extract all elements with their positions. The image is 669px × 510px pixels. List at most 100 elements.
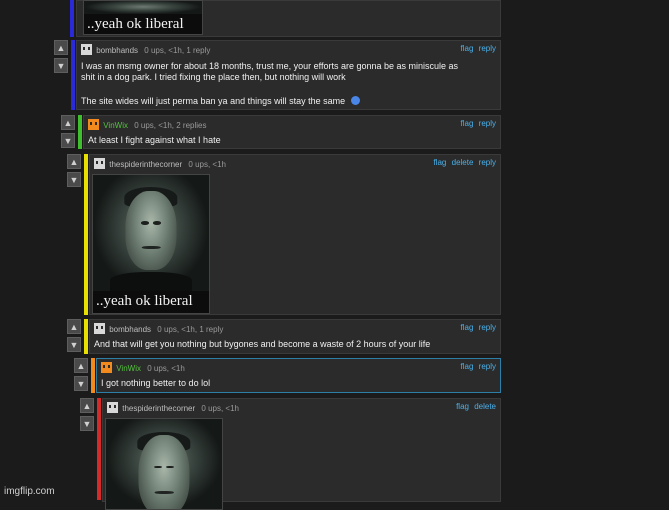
white-pixel-avatar-icon[interactable] <box>94 323 105 334</box>
comment-text-line: I was an msmg owner for about 18 months,… <box>81 61 459 71</box>
meme-portrait <box>106 419 222 509</box>
meme-portrait <box>93 175 209 291</box>
comment-spider-1: ▲ ▼ thespiderinthecorner 0 ups, <1h flag… <box>67 154 501 315</box>
orange-pixel-avatar-icon[interactable] <box>88 119 99 130</box>
flag-link[interactable]: flag <box>461 362 474 371</box>
comment-text-line: shit in a dog park. I tried fixing the p… <box>81 72 346 82</box>
comment-text: And that will get you nothing but bygone… <box>94 339 431 349</box>
comment-actions: flag reply <box>458 362 496 371</box>
comment-box: bombhands 0 ups, <1h, 1 reply flag reply… <box>76 40 501 110</box>
comment-text: At least I fight against what I hate <box>88 135 221 145</box>
username-link[interactable]: bombhands <box>96 46 138 55</box>
meme-image[interactable]: ..yeah ok liberal <box>83 0 203 35</box>
downvote-button[interactable]: ▼ <box>74 376 88 391</box>
upvote-button[interactable]: ▲ <box>67 154 81 169</box>
delete-link[interactable]: delete <box>452 158 474 167</box>
upvote-button[interactable]: ▲ <box>54 40 68 55</box>
comment-thread: ..yeah ok liberal ▲ ▼ bombhands 0 ups, <… <box>0 0 669 510</box>
vote-controls: ▲ ▼ <box>80 398 96 434</box>
comment-stats: 0 ups, <1h, 1 reply <box>157 325 224 334</box>
reply-link[interactable]: reply <box>479 323 496 332</box>
upvote-button[interactable]: ▲ <box>80 398 94 413</box>
thread-depth-bar <box>78 115 82 149</box>
comment-actions: flag delete reply <box>430 158 496 167</box>
comment-box: ..yeah ok liberal <box>76 0 501 37</box>
upvote-button[interactable]: ▲ <box>74 358 88 373</box>
comment-text: I was an msmg owner for about 18 months,… <box>81 61 494 107</box>
thread-depth-bar <box>97 398 101 500</box>
meme-image[interactable]: ..yeah ok liberal <box>92 174 210 314</box>
bug-emoji-icon <box>350 96 360 105</box>
comment-stats: 0 ups, <1h, 2 replies <box>134 121 207 130</box>
orange-pixel-avatar-icon[interactable] <box>101 362 112 373</box>
flag-link[interactable]: flag <box>461 44 474 53</box>
comment-box: VinWix 0 ups, <1h flag reply I got nothi… <box>96 358 501 393</box>
thread-depth-bar <box>91 358 95 393</box>
thread-depth-bar <box>84 154 88 315</box>
comment-stats: 0 ups, <1h <box>188 160 226 169</box>
username-link[interactable]: VinWix <box>116 364 141 373</box>
comment-box: bombhands 0 ups, <1h, 1 reply flag reply… <box>89 319 501 354</box>
comment-text: I got nothing better to do lol <box>101 378 211 388</box>
delete-link[interactable]: delete <box>474 402 496 411</box>
meme-face <box>125 191 177 271</box>
comment-meta: thespiderinthecorner 0 ups, <1h flag del… <box>107 402 496 414</box>
comment-top-meme: ..yeah ok liberal <box>70 0 501 37</box>
comment-text-line-content: The site wides will just perma ban ya an… <box>81 96 346 106</box>
downvote-button[interactable]: ▼ <box>61 133 75 148</box>
comment-meta: bombhands 0 ups, <1h, 1 reply flag reply <box>81 44 496 56</box>
username-link[interactable]: VinWix <box>103 121 128 130</box>
comment-actions: flag reply <box>458 119 496 128</box>
vote-controls: ▲ ▼ <box>67 154 83 190</box>
vote-controls: ▲ ▼ <box>67 319 83 355</box>
username-link[interactable]: thespiderinthecorner <box>109 160 182 169</box>
comment-stats: 0 ups, <1h <box>147 364 185 373</box>
meme-suit <box>110 272 192 291</box>
username-link[interactable]: bombhands <box>109 325 151 334</box>
downvote-button[interactable]: ▼ <box>54 58 68 73</box>
downvote-button[interactable]: ▼ <box>67 337 81 352</box>
meme-mustache <box>154 491 174 494</box>
comment-bombhands-1: ▲ ▼ bombhands 0 ups, <1h, 1 reply flag r… <box>54 40 501 110</box>
comment-actions: flag delete <box>453 402 496 411</box>
comment-stats: 0 ups, <1h, 1 reply <box>144 46 211 55</box>
white-pixel-avatar-icon[interactable] <box>81 44 92 55</box>
upvote-button[interactable]: ▲ <box>61 115 75 130</box>
comment-box: thespiderinthecorner 0 ups, <1h flag del… <box>89 154 501 315</box>
upvote-button[interactable]: ▲ <box>67 319 81 334</box>
comment-meta: VinWix 0 ups, <1h, 2 replies flag reply <box>88 119 496 131</box>
flag-link[interactable]: flag <box>433 158 446 167</box>
imgflip-watermark: imgflip.com <box>4 486 55 497</box>
comment-text-gap <box>81 83 494 96</box>
comment-box: thespiderinthecorner 0 ups, <1h flag del… <box>102 398 501 510</box>
comment-actions: flag reply <box>458 44 496 53</box>
reply-link[interactable]: reply <box>479 158 496 167</box>
white-pixel-avatar-icon[interactable] <box>94 158 105 169</box>
comment-box: VinWix 0 ups, <1h, 2 replies flag reply … <box>83 115 501 149</box>
vote-controls: ▲ ▼ <box>74 358 90 394</box>
reply-link[interactable]: reply <box>479 119 496 128</box>
meme-face <box>138 435 190 509</box>
comment-vinwix-1: ▲ ▼ VinWix 0 ups, <1h, 2 replies flag re… <box>61 115 501 149</box>
reply-link[interactable]: reply <box>479 362 496 371</box>
reply-link[interactable]: reply <box>479 44 496 53</box>
downvote-button[interactable]: ▼ <box>80 416 94 431</box>
meme-eye-left <box>140 221 149 225</box>
thread-depth-bar <box>84 319 88 354</box>
comment-meta: bombhands 0 ups, <1h, 1 reply flag reply <box>94 323 496 335</box>
thread-depth-bar <box>71 40 75 110</box>
thread-depth-bar <box>70 0 74 37</box>
flag-link[interactable]: flag <box>461 323 474 332</box>
comment-actions: flag reply <box>458 323 496 332</box>
comment-vinwix-2: ▲ ▼ VinWix 0 ups, <1h flag reply I got n… <box>74 358 501 393</box>
meme-image[interactable] <box>105 418 223 510</box>
username-link[interactable]: thespiderinthecorner <box>122 404 195 413</box>
comment-spider-2: ▲ ▼ thespiderinthecorner 0 ups, <1h flag… <box>80 398 501 510</box>
comment-text-line: The site wides will just perma ban ya an… <box>81 96 494 107</box>
white-pixel-avatar-icon[interactable] <box>107 402 118 413</box>
vote-controls: ▲ ▼ <box>61 115 77 151</box>
flag-link[interactable]: flag <box>461 119 474 128</box>
downvote-button[interactable]: ▼ <box>67 172 81 187</box>
flag-link[interactable]: flag <box>456 402 469 411</box>
vote-controls: ▲ ▼ <box>54 40 70 76</box>
